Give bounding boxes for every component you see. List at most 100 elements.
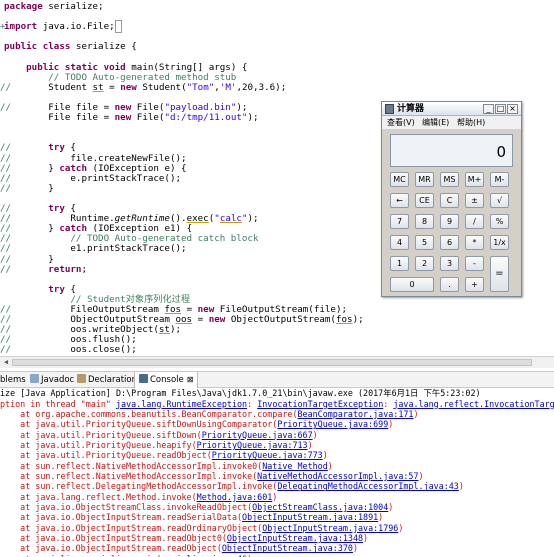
close-tab-icon[interactable]: ⊠ bbox=[187, 375, 194, 384]
declaration-icon bbox=[77, 374, 86, 383]
trace-text: at sun.reflect.NativeMethodAccessorImpl.… bbox=[0, 470, 258, 481]
scrollbar-thumb[interactable] bbox=[12, 359, 532, 366]
source-link[interactable]: DelegatingMethodAccessorImpl.java:43 bbox=[277, 481, 459, 491]
calc-key[interactable]: * bbox=[465, 235, 484, 250]
source-link[interactable]: Native Method bbox=[262, 461, 328, 471]
source-link[interactable]: PriorityQueue.java:699 bbox=[277, 419, 388, 429]
stack-trace-line: at sun.reflect.DelegatingMethodAccessorI… bbox=[0, 481, 464, 492]
source-link[interactable]: ObjectInputStream.java:1796 bbox=[262, 523, 398, 533]
calc-key[interactable]: ± bbox=[465, 193, 484, 208]
calc-key[interactable]: 1 bbox=[390, 256, 409, 271]
calc-key[interactable]: + bbox=[465, 277, 484, 292]
calc-key[interactable]: 8 bbox=[415, 214, 434, 229]
source-link[interactable]: java.lang.RuntimeException bbox=[116, 399, 247, 409]
source-link[interactable]: ObjectStreamClass.java:1004 bbox=[252, 502, 388, 512]
trace-text: at java.io.ObjectInputStream.readOrdinar… bbox=[0, 522, 263, 533]
calc-key[interactable]: 0 bbox=[390, 277, 434, 292]
close-button[interactable]: × bbox=[507, 104, 518, 114]
source-link[interactable]: ObjectInputStream.java:1348 bbox=[227, 533, 363, 543]
trace-text: ) bbox=[458, 481, 464, 492]
javadoc-icon bbox=[30, 374, 39, 383]
stack-trace-line: at java.io.ObjectInputStream.readObject0… bbox=[0, 533, 368, 544]
stack-trace-line: at java.util.PriorityQueue.siftDownUsing… bbox=[0, 419, 393, 430]
calculator-menu-bar: 查看(V) 编辑(E) 帮助(H) bbox=[382, 116, 521, 129]
calc-key[interactable]: 1/x bbox=[490, 235, 509, 250]
calc-key[interactable]: 7 bbox=[390, 214, 409, 229]
calc-key[interactable]: 5 bbox=[415, 235, 434, 250]
bottom-panel-tabs: blems Javadoc Declaration Console ⊠ bbox=[0, 371, 554, 388]
trace-text: at java.io.ObjectStreamClass.invokeReadO… bbox=[0, 502, 253, 512]
code-line[interactable]: // oos.close(); bbox=[0, 344, 554, 355]
calc-key[interactable]: - bbox=[465, 256, 484, 271]
menu-edit[interactable]: 编辑(E) bbox=[422, 117, 449, 128]
source-link[interactable]: BeanComparator.java:171 bbox=[298, 409, 414, 419]
code-text: oos.close(); bbox=[4, 344, 137, 355]
tab-console[interactable]: Console ⊠ bbox=[134, 372, 199, 388]
calc-key[interactable]: 4 bbox=[390, 235, 409, 250]
stack-trace-line: at java.io.ObjectInputStream.readOrdinar… bbox=[0, 523, 403, 534]
calc-key[interactable]: M- bbox=[490, 172, 509, 187]
source-link[interactable]: PriorityQueue.java:773 bbox=[212, 450, 323, 460]
trace-text: : bbox=[247, 398, 258, 409]
calc-key[interactable]: MS bbox=[440, 172, 459, 187]
calc-key[interactable]: C bbox=[440, 193, 459, 208]
trace-text: at java.io.ObjectInputStream.readObject( bbox=[0, 543, 222, 554]
trace-text: at org.apache.commons.beanutils.BeanComp… bbox=[0, 408, 298, 419]
console-output[interactable]: ize [Java Application] D:\Program Files\… bbox=[0, 388, 554, 557]
calc-key[interactable]: 9 bbox=[440, 214, 459, 229]
calc-key[interactable]: . bbox=[440, 277, 459, 292]
source-link[interactable]: InvocationTargetException bbox=[257, 399, 383, 409]
trace-text: at java.util.PriorityQueue.heapify( bbox=[0, 439, 197, 450]
source-link[interactable]: Method.java:601 bbox=[197, 492, 273, 502]
menu-help[interactable]: 帮助(H) bbox=[457, 117, 485, 128]
calc-key[interactable]: MC bbox=[390, 172, 409, 187]
trace-text: at java.util.PriorityQueue.readObject( bbox=[0, 450, 212, 461]
calc-key[interactable]: % bbox=[490, 214, 509, 229]
stack-trace-line: at java.util.PriorityQueue.siftDown(Prio… bbox=[0, 430, 318, 441]
stack-trace-line: at java.util.PriorityQueue.readObject(Pr… bbox=[0, 450, 328, 461]
stack-trace-line: at org.apache.commons.beanutils.BeanComp… bbox=[0, 408, 418, 420]
calc-key[interactable]: ← bbox=[390, 193, 409, 208]
trace-text: at java.io.ObjectInputStream.readSerialD… bbox=[0, 512, 243, 523]
editor-horizontal-scrollbar[interactable]: ◀ bbox=[0, 356, 554, 368]
stack-trace-line: at java.lang.reflect.Method.invoke(Metho… bbox=[0, 492, 277, 503]
calc-key[interactable]: = bbox=[490, 256, 509, 292]
source-link[interactable]: ObjectInputStream.java:370 bbox=[222, 543, 353, 553]
calc-key[interactable]: 6 bbox=[440, 235, 459, 250]
calculator-window[interactable]: 计算器 _ □ × 查看(V) 编辑(E) 帮助(H) 0 MC MR MS M+ M-… bbox=[381, 101, 522, 297]
trace-text: at java.lang.reflect.Method.invoke( bbox=[0, 491, 197, 502]
trace-text: ) bbox=[378, 512, 384, 523]
source-link[interactable]: ObjectInputStream.java:1891 bbox=[242, 512, 378, 522]
trace-text: ) bbox=[398, 522, 404, 533]
calc-key[interactable]: CE bbox=[415, 193, 434, 208]
calculator-icon bbox=[385, 104, 394, 114]
stack-trace-line: at sun.reflect.NativeMethodAccessorImpl.… bbox=[0, 461, 333, 472]
tab-declaration[interactable]: Declaration bbox=[77, 372, 137, 388]
trace-text: ) bbox=[388, 502, 394, 512]
calc-key[interactable]: MR bbox=[415, 172, 434, 187]
menu-view[interactable]: 查看(V) bbox=[387, 117, 415, 128]
calc-key[interactable]: 2 bbox=[415, 256, 434, 271]
code-line[interactable]: // fos.close(); bbox=[0, 355, 554, 356]
tab-javadoc[interactable]: Javadoc bbox=[30, 372, 74, 388]
calc-key[interactable]: √ bbox=[490, 193, 509, 208]
calc-key[interactable]: M+ bbox=[465, 172, 484, 187]
trace-text: ) bbox=[312, 429, 318, 440]
trace-text: at java.util.PriorityQueue.siftDown( bbox=[0, 429, 202, 440]
calc-key[interactable]: / bbox=[465, 214, 484, 229]
tab-problems[interactable]: blems bbox=[0, 372, 26, 388]
minimize-button[interactable]: _ bbox=[483, 104, 494, 114]
calc-key[interactable]: 3 bbox=[440, 256, 459, 271]
calculator-title-bar[interactable]: 计算器 _ □ × bbox=[382, 102, 521, 116]
source-link[interactable]: NativeMethodAccessorImpl.java:57 bbox=[257, 471, 418, 481]
trace-text: ) bbox=[418, 470, 424, 481]
trace-text: ) bbox=[352, 543, 359, 554]
stack-trace-line: ption in thread "main" java.lang.Runtime… bbox=[0, 399, 554, 410]
maximize-button[interactable]: □ bbox=[495, 104, 506, 114]
source-link[interactable]: java.lang.reflect.InvocationTargetExcept… bbox=[393, 399, 554, 409]
display-value: 0 bbox=[496, 143, 506, 161]
console-icon bbox=[139, 374, 148, 383]
scroll-left-icon[interactable]: ◀ bbox=[2, 358, 10, 367]
source-link[interactable]: PriorityQueue.java:713 bbox=[197, 440, 308, 450]
source-link[interactable]: PriorityQueue.java:667 bbox=[202, 430, 313, 440]
